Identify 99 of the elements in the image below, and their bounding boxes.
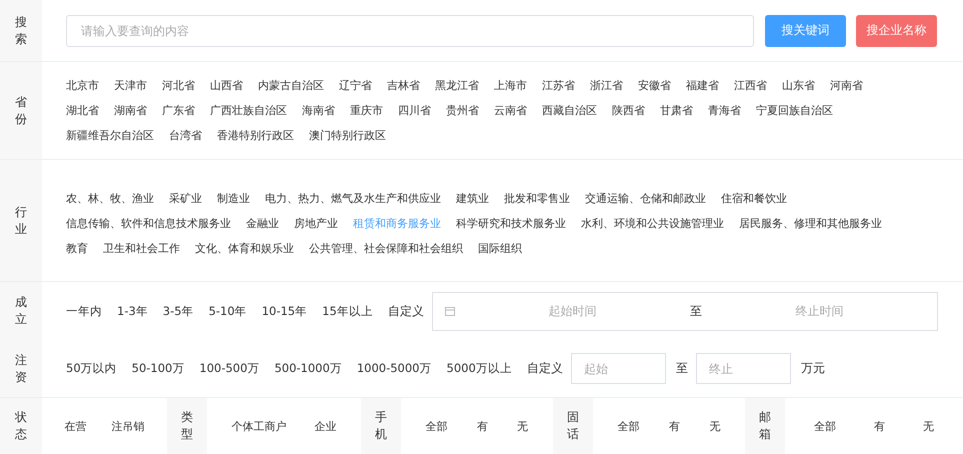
filter-option[interactable]: 重庆市 bbox=[350, 103, 383, 118]
filter-option[interactable]: 50-100万 bbox=[132, 361, 184, 376]
filter-option[interactable]: 有 bbox=[874, 418, 885, 434]
filter-option[interactable]: 采矿业 bbox=[169, 191, 202, 206]
row-label: 固话 bbox=[566, 409, 579, 443]
filter-option[interactable]: 企业 bbox=[314, 418, 337, 434]
filter-option[interactable]: 湖北省 bbox=[66, 103, 99, 118]
filter-option[interactable]: 甘肃省 bbox=[660, 103, 693, 118]
custom-label: 自定义 bbox=[526, 360, 563, 377]
filter-option[interactable]: 住宿和餐饮业 bbox=[721, 191, 787, 206]
filter-option[interactable]: 内蒙古自治区 bbox=[258, 78, 324, 93]
filter-option[interactable]: 个体工商户 bbox=[231, 418, 286, 434]
filter-option[interactable]: 农、林、牧、渔业 bbox=[66, 191, 154, 206]
calendar-icon bbox=[444, 306, 455, 316]
row-label: 状态 bbox=[15, 409, 27, 443]
filter-option[interactable]: 广东省 bbox=[162, 103, 195, 118]
filter-option[interactable]: 居民服务、修理和其他服务业 bbox=[739, 216, 882, 231]
row-label: 类型 bbox=[181, 409, 194, 443]
filter-option[interactable]: 宁夏回族自治区 bbox=[756, 103, 833, 118]
filter-option[interactable]: 陕西省 bbox=[612, 103, 645, 118]
filter-option[interactable]: 浙江省 bbox=[590, 78, 623, 93]
filter-option[interactable]: 山西省 bbox=[210, 78, 243, 93]
filter-option[interactable]: 信息传输、软件和信息技术服务业 bbox=[66, 216, 231, 231]
unit-label: 万元 bbox=[800, 360, 825, 377]
filter-option[interactable]: 1-3年 bbox=[117, 304, 148, 318]
filter-option[interactable]: 金融业 bbox=[246, 216, 279, 231]
filter-option[interactable]: 房地产业 bbox=[294, 216, 338, 231]
range-separator: 至 bbox=[690, 302, 702, 320]
filter-option[interactable]: 澳门特别行政区 bbox=[309, 128, 386, 143]
row-label: 手机 bbox=[374, 409, 387, 443]
filter-option[interactable]: 公共管理、社会保障和社会组织 bbox=[309, 241, 463, 256]
filter-option[interactable]: 江苏省 bbox=[542, 78, 575, 93]
filter-option[interactable]: 黑龙江省 bbox=[435, 78, 479, 93]
filter-option[interactable]: 新疆维吾尔自治区 bbox=[66, 128, 154, 143]
filter-option[interactable]: 贵州省 bbox=[446, 103, 479, 118]
filter-option[interactable]: 广西壮族自治区 bbox=[210, 103, 287, 118]
filter-option[interactable]: 天津市 bbox=[114, 78, 147, 93]
filter-option[interactable]: 一年内 bbox=[66, 304, 102, 318]
filter-option[interactable]: 江西省 bbox=[734, 78, 767, 93]
max-input-field[interactable]: 终止 bbox=[696, 353, 791, 384]
filter-option[interactable]: 安徽省 bbox=[638, 78, 671, 93]
filter-option[interactable]: 全部 bbox=[618, 418, 640, 434]
filter-option[interactable]: 台湾省 bbox=[169, 128, 202, 143]
filter-option[interactable]: 山东省 bbox=[782, 78, 815, 93]
range-separator: 至 bbox=[676, 360, 688, 377]
filter-option[interactable]: 科学研究和技术服务业 bbox=[456, 216, 566, 231]
filter-option[interactable]: 批发和零售业 bbox=[504, 191, 570, 206]
filter-option[interactable]: 福建省 bbox=[686, 78, 719, 93]
row-label: 搜索 bbox=[15, 14, 27, 48]
filter-option[interactable]: 有 bbox=[668, 418, 680, 434]
filter-option[interactable]: 海南省 bbox=[302, 103, 335, 118]
filter-option[interactable]: 100-500万 bbox=[199, 361, 260, 376]
filter-option[interactable]: 全部 bbox=[814, 418, 836, 434]
filter-option[interactable]: 15年以上 bbox=[322, 304, 373, 318]
filter-option[interactable]: 5000万以上 bbox=[446, 361, 512, 376]
filter-option[interactable]: 无 bbox=[517, 418, 528, 434]
search-field[interactable]: 请输入要查询的内容 bbox=[66, 14, 754, 46]
filter-option[interactable]: 云南省 bbox=[494, 103, 527, 118]
filter-option[interactable]: 3-5年 bbox=[162, 304, 194, 318]
filter-option[interactable]: 辽宁省 bbox=[339, 78, 372, 93]
filter-option[interactable]: 湖南省 bbox=[114, 103, 147, 118]
filter-option[interactable]: 10-15年 bbox=[262, 304, 308, 318]
filter-option[interactable]: 制造业 bbox=[217, 191, 250, 206]
filter-option[interactable]: 50万以内 bbox=[66, 361, 117, 376]
custom-label: 自定义 bbox=[388, 302, 424, 320]
filter-option[interactable]: 四川省 bbox=[398, 103, 431, 118]
filter-option[interactable]: 无 bbox=[709, 418, 720, 434]
filter-option[interactable]: 水利、环境和公共设施管理业 bbox=[581, 216, 724, 231]
filter-option[interactable]: 国际组织 bbox=[478, 241, 522, 256]
filter-option[interactable]: 5-10年 bbox=[208, 304, 247, 318]
filter-option[interactable]: 香港特别行政区 bbox=[217, 128, 294, 143]
filter-option[interactable]: 注吊销 bbox=[112, 418, 145, 434]
filter-option[interactable]: 河北省 bbox=[162, 78, 195, 93]
row-label: 成立 bbox=[15, 294, 27, 328]
filter-option[interactable]: 河南省 bbox=[830, 78, 863, 93]
filter-option[interactable]: 西藏自治区 bbox=[542, 103, 597, 118]
row-label: 省份 bbox=[15, 94, 27, 128]
filter-option[interactable]: 电力、热力、燃气及水生产和供应业 bbox=[265, 191, 441, 206]
filter-option[interactable]: 青海省 bbox=[708, 103, 741, 118]
end-date-field[interactable]: 终止时间 bbox=[702, 303, 938, 319]
filter-option[interactable]: 教育 bbox=[66, 241, 88, 256]
filter-option[interactable]: 交通运输、仓储和邮政业 bbox=[585, 191, 706, 206]
start-date-field[interactable]: 起始时间 bbox=[454, 303, 690, 319]
filter-option[interactable]: 吉林省 bbox=[387, 78, 420, 93]
row-label: 邮箱 bbox=[758, 409, 771, 443]
filter-option[interactable]: 文化、体育和娱乐业 bbox=[195, 241, 294, 256]
filter-option[interactable]: 卫生和社会工作 bbox=[103, 241, 180, 256]
row-label: 行业 bbox=[15, 204, 27, 238]
filter-option[interactable]: 在营 bbox=[64, 418, 87, 434]
filter-option[interactable]: 无 bbox=[922, 418, 934, 434]
filter-option[interactable]: 500-1000万 bbox=[274, 361, 342, 376]
filter-option[interactable]: 有 bbox=[476, 418, 488, 434]
filter-option[interactable]: 建筑业 bbox=[456, 191, 489, 206]
filter-option[interactable]: 上海市 bbox=[494, 78, 527, 93]
filter-option[interactable]: 全部 bbox=[426, 418, 448, 434]
filter-option[interactable]: 1000-5000万 bbox=[356, 361, 432, 376]
filter-option[interactable]: 北京市 bbox=[66, 78, 99, 93]
row-label: 注资 bbox=[15, 352, 27, 386]
min-input-field[interactable]: 起始 bbox=[570, 353, 666, 384]
